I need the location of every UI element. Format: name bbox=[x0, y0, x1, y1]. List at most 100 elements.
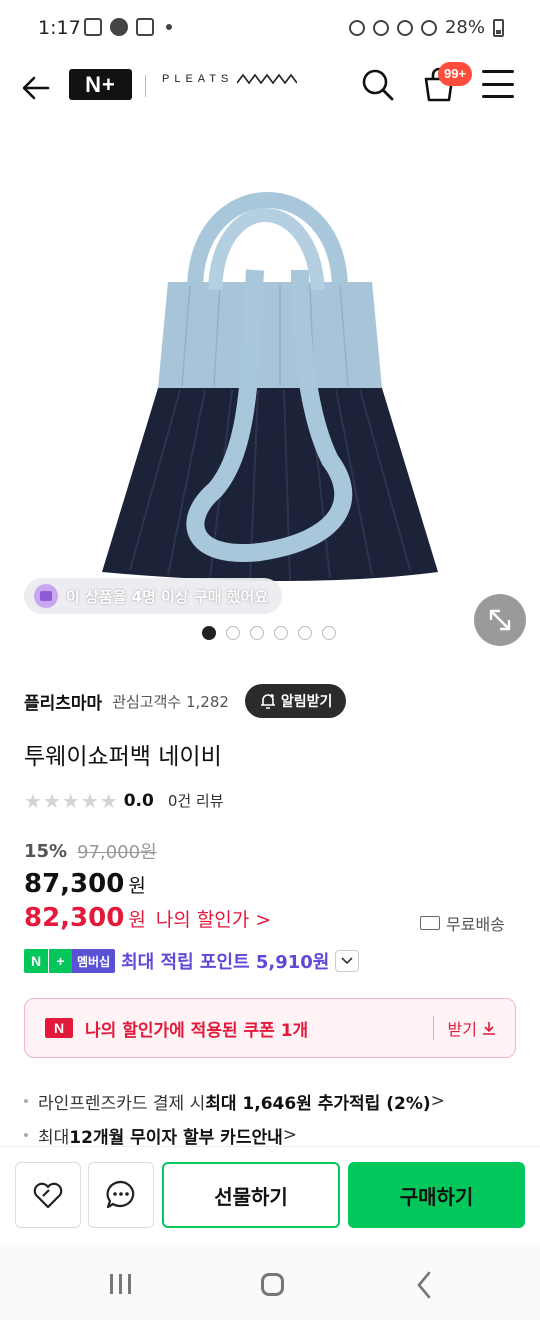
wifi-icon bbox=[396, 19, 413, 36]
voicemail-notification-icon bbox=[136, 18, 154, 36]
home-button[interactable] bbox=[261, 1273, 284, 1296]
rating-stars: ★ ★ ★ ★ ★ bbox=[24, 791, 118, 811]
chevron-right-icon: > bbox=[430, 1091, 445, 1111]
benefits-list: 라인프렌즈카드 결제 시 최대 1,646원 추가적립 (2%) > 최대 12… bbox=[24, 1086, 445, 1154]
recent-apps-icon-bar bbox=[128, 1274, 131, 1294]
bottom-action-bar: 선물하기 구매하기 bbox=[0, 1146, 540, 1244]
discount-row: 15% 97,000원 bbox=[24, 838, 157, 864]
chevron-right-icon: > bbox=[255, 909, 272, 931]
gallery-dot[interactable] bbox=[298, 626, 312, 640]
review-count[interactable]: 0건 리뷰 bbox=[168, 790, 224, 811]
naver-plus-membership-badge: N + 멤버십 bbox=[24, 949, 116, 973]
my-price-unit: 원 bbox=[128, 909, 146, 931]
points-dropdown-button[interactable] bbox=[335, 950, 360, 972]
card-benefit-highlight: 최대 1,646원 추가적립 (2%) bbox=[205, 1093, 431, 1114]
star-icon: ★ bbox=[42, 788, 61, 813]
coupon-download-button[interactable]: 받기 bbox=[448, 1016, 497, 1040]
product-title: 투웨이쇼퍼백 네이비 bbox=[24, 744, 222, 770]
star-icon: ★ bbox=[99, 788, 118, 813]
gift-button[interactable]: 선물하기 bbox=[162, 1162, 340, 1228]
status-bar: 1:17 28% bbox=[0, 0, 540, 58]
alarm-icon bbox=[348, 19, 365, 36]
brand-logo-text: PLEATS bbox=[162, 73, 234, 85]
app-header: N+ PLEATS 99+ bbox=[0, 58, 540, 118]
gallery-notification-icon bbox=[84, 18, 102, 36]
expand-icon bbox=[489, 609, 511, 631]
gallery-dot[interactable] bbox=[250, 626, 264, 640]
membership-row[interactable]: N + 멤버십 최대 적립 포인트 5,910원 bbox=[24, 948, 360, 974]
sale-price-unit: 원 bbox=[128, 875, 146, 897]
installment-highlight: 12개월 무이자 할부 카드안내 bbox=[69, 1127, 283, 1148]
menu-button[interactable] bbox=[482, 70, 514, 98]
card-benefit-item[interactable]: 라인프렌즈카드 결제 시 최대 1,646원 추가적립 (2%) > bbox=[24, 1086, 445, 1116]
membership-badge-text: 멤버십 bbox=[72, 949, 116, 973]
installment-prefix: 최대 bbox=[38, 1127, 70, 1148]
alarm-subscribe-label: 알림받기 bbox=[280, 694, 333, 710]
app-notification-icon bbox=[110, 18, 128, 36]
download-icon bbox=[483, 1022, 495, 1035]
my-price-row[interactable]: 82,300 원 나의 할인가 > bbox=[24, 903, 271, 933]
store-name[interactable]: 플리츠마마 bbox=[24, 689, 102, 714]
expand-image-button[interactable] bbox=[474, 594, 526, 646]
naver-coupon-logo: N bbox=[45, 1018, 73, 1038]
alarm-subscribe-button[interactable]: 알림받기 bbox=[244, 684, 347, 718]
coupon-divider bbox=[432, 1016, 434, 1040]
star-icon: ★ bbox=[61, 788, 80, 813]
naver-plus-logo[interactable]: N+ bbox=[69, 69, 132, 100]
coupon-download-label: 받기 bbox=[447, 1020, 477, 1039]
my-price: 82,300 bbox=[24, 903, 125, 933]
status-notifications bbox=[84, 18, 172, 36]
zzim-button[interactable] bbox=[15, 1162, 81, 1228]
cart-count-badge: 99+ bbox=[438, 62, 473, 86]
status-time: 1:17 bbox=[38, 17, 81, 39]
store-row: 플리츠마마 관심고객수 1,282 알림받기 bbox=[24, 683, 524, 719]
rating-row[interactable]: ★ ★ ★ ★ ★ 0.0 0건 리뷰 bbox=[24, 790, 224, 811]
back-button[interactable] bbox=[18, 70, 54, 106]
system-navigation-bar bbox=[0, 1244, 540, 1320]
coupon-text: 나의 할인가에 적용된 쿠폰 1개 bbox=[85, 1020, 309, 1041]
recent-apps-icon-bar bbox=[119, 1274, 122, 1294]
original-price: 97,000원 bbox=[77, 842, 157, 863]
status-system-icons: 28% bbox=[348, 17, 504, 38]
card-benefit-prefix: 라인프렌즈카드 결제 시 bbox=[38, 1093, 206, 1114]
store-fans-count: 관심고객수 1,282 bbox=[112, 692, 229, 711]
purchase-notice-text: 이 상품을 4명 이상 구매 했어요 bbox=[66, 587, 269, 606]
bullet-icon bbox=[24, 1133, 28, 1137]
shipping-label: 무료배송 bbox=[446, 915, 505, 934]
gallery-dot[interactable] bbox=[274, 626, 288, 640]
sale-price: 87,300 bbox=[24, 869, 125, 899]
battery-icon bbox=[493, 18, 504, 37]
buy-button[interactable]: 구매하기 bbox=[348, 1162, 525, 1228]
chevron-down-icon bbox=[341, 957, 353, 965]
arrow-left-icon bbox=[22, 76, 50, 100]
shipping-info: 무료배송 bbox=[420, 911, 505, 935]
my-price-label: 나의 할인가 bbox=[155, 909, 250, 931]
brand-logo[interactable]: PLEATS bbox=[162, 72, 298, 86]
logo-divider bbox=[145, 75, 146, 97]
membership-badge-n: N bbox=[24, 949, 48, 973]
hamburger-menu-icon bbox=[482, 70, 514, 73]
talk-button[interactable] bbox=[88, 1162, 154, 1228]
sale-price-row: 87,300 원 bbox=[24, 869, 146, 899]
mute-icon bbox=[372, 19, 389, 36]
star-icon: ★ bbox=[80, 788, 99, 813]
gallery-dot[interactable] bbox=[322, 626, 336, 640]
discount-rate: 15% bbox=[24, 840, 68, 862]
search-icon bbox=[362, 69, 394, 101]
signal-icon bbox=[420, 19, 437, 36]
rating-value: 0.0 bbox=[123, 790, 154, 811]
recent-apps-icon bbox=[110, 1274, 113, 1294]
search-button[interactable] bbox=[359, 66, 397, 104]
bullet-icon bbox=[24, 1099, 28, 1103]
brand-logo-wave bbox=[237, 73, 298, 85]
hamburger-menu-icon-line bbox=[482, 95, 514, 98]
purchase-notice-pill: 이 상품을 4명 이상 구매 했어요 bbox=[24, 578, 283, 614]
gallery-pagination bbox=[202, 626, 336, 640]
coupon-banner[interactable]: N 나의 할인가에 적용된 쿠폰 1개 받기 bbox=[24, 998, 516, 1058]
more-notifications-icon bbox=[166, 24, 172, 30]
recent-apps-button[interactable] bbox=[110, 1274, 131, 1294]
star-icon: ★ bbox=[24, 788, 42, 813]
gallery-dot[interactable] bbox=[226, 626, 240, 640]
gallery-dot[interactable] bbox=[202, 626, 216, 640]
system-back-button[interactable] bbox=[416, 1271, 432, 1299]
